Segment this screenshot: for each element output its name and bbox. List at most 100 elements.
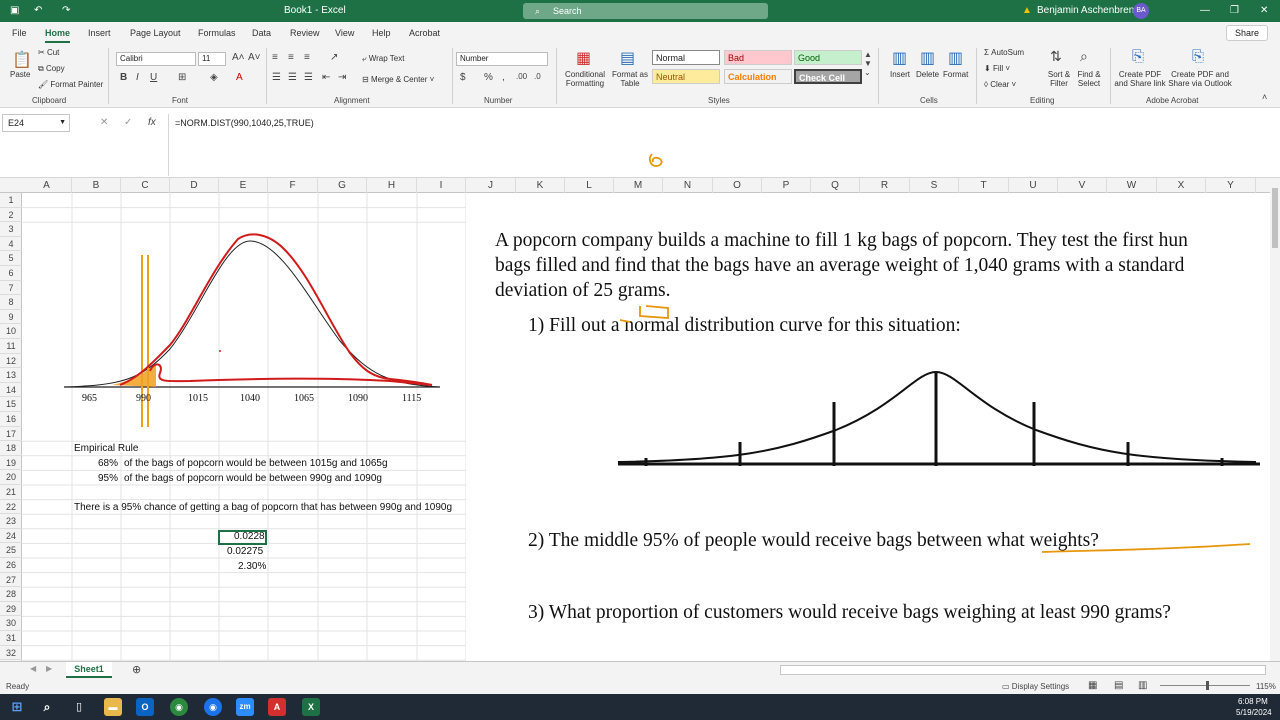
row-header[interactable]: 18 [0,441,22,456]
row-header[interactable]: 14 [0,383,22,398]
page-break-view-icon[interactable]: ▥ [1138,680,1147,691]
number-format-select[interactable]: Number [456,52,548,66]
orientation-icon[interactable]: ↗ [330,52,338,63]
fill-color-icon[interactable]: ◈ [210,72,218,83]
create-pdf-outlook-icon[interactable]: ⎘ [1192,48,1204,65]
tab-acrobat[interactable]: Acrobat [409,28,440,38]
cut-button[interactable]: ✂ Cut [38,48,59,57]
insert-cells-button[interactable]: Insert [890,70,910,79]
user-name[interactable]: Benjamin Aschenbrenner [1037,5,1149,16]
style-calculation[interactable]: Calculation [724,69,792,84]
shrink-font-icon[interactable]: A˅ [248,52,261,63]
sort-filter-icon[interactable]: ⇅ [1050,48,1062,65]
column-header[interactable]: C [121,178,170,193]
column-header[interactable]: V [1058,178,1107,193]
fill-button[interactable]: ⬇ Fill ˅ [984,64,1010,73]
page-layout-view-icon[interactable]: ▤ [1114,680,1123,691]
zoom-app-icon[interactable]: zm [236,698,254,716]
format-cells-button[interactable]: Format [943,70,968,79]
insert-cells-icon[interactable]: ▥ [892,48,907,68]
borders-icon[interactable]: ⊞ [178,72,186,83]
increase-decimal-icon[interactable]: .00 [516,72,527,81]
column-header[interactable]: I [417,178,466,193]
column-header[interactable]: L [565,178,614,193]
align-center-icon[interactable]: ☰ [288,72,297,83]
row-header[interactable]: 22 [0,500,22,515]
column-header[interactable]: P [762,178,811,193]
row-header[interactable]: 10 [0,324,22,339]
column-header[interactable]: F [268,178,318,193]
acrobat-icon[interactable]: A [268,698,286,716]
find-select-icon[interactable]: ⌕ [1080,48,1088,65]
row-header[interactable]: 19 [0,456,22,471]
chrome-icon[interactable]: ◉ [170,698,188,716]
paste-button[interactable]: Paste [10,70,30,79]
vertical-scrollbar[interactable] [1270,178,1280,661]
format-painter-button[interactable]: 🖌 Format Painter [38,80,103,89]
column-header[interactable]: D [170,178,219,193]
copy-button[interactable]: ⧉ Copy [38,64,65,74]
cancel-icon[interactable]: ✕ [100,117,108,128]
row-header[interactable]: 3 [0,222,22,237]
row-header[interactable]: 9 [0,310,22,325]
row-header[interactable]: 26 [0,558,22,573]
row-header[interactable]: 27 [0,573,22,588]
undo-icon[interactable]: ↶ [34,5,42,16]
tab-file[interactable]: File [12,28,27,38]
search-box[interactable]: ⌕ Search [523,3,768,19]
column-header[interactable]: U [1009,178,1058,193]
increase-indent-icon[interactable]: ⇥ [338,72,346,83]
taskbar-time[interactable]: 6:08 PM [1238,697,1268,706]
scroll-left-icon[interactable]: ◀ [30,664,36,673]
column-header[interactable]: N [663,178,713,193]
tab-formulas[interactable]: Formulas [198,28,236,38]
name-box[interactable]: E24 ▼ [2,114,70,132]
styles-scroll-icon[interactable]: ▲ ▼ ⌄ [864,50,872,77]
style-bad[interactable]: Bad [724,50,792,65]
align-left-icon[interactable]: ☰ [272,72,281,83]
tab-data[interactable]: Data [252,28,271,38]
align-right-icon[interactable]: ☰ [304,72,313,83]
row-header[interactable]: 11 [0,339,22,354]
column-header[interactable]: K [516,178,565,193]
create-pdf-outlook-button[interactable]: Create PDF and Share via Outlook [1168,70,1232,88]
column-header[interactable]: M [614,178,663,193]
create-pdf-icon[interactable]: ⎘ [1132,48,1144,65]
autosave-icon[interactable]: ▣ [10,5,19,16]
column-header[interactable]: J [466,178,516,193]
collapse-ribbon-icon[interactable]: ˄ [1262,92,1267,102]
row-header[interactable]: 7 [0,281,22,296]
minimize-icon[interactable]: — [1200,5,1210,16]
format-as-table-icon[interactable]: ▤ [620,48,635,68]
row-header[interactable]: 24 [0,529,22,544]
style-good[interactable]: Good [794,50,862,65]
row-header[interactable]: 30 [0,616,22,631]
conditional-formatting-icon[interactable]: ▦ [576,48,591,68]
currency-icon[interactable]: $ [460,72,466,83]
tab-insert[interactable]: Insert [88,28,111,38]
row-header[interactable]: 31 [0,631,22,646]
column-header[interactable]: Q [811,178,860,193]
conditional-formatting-button[interactable]: Conditional Formatting [562,70,608,88]
display-settings-button[interactable]: ▭ Display Settings [1002,682,1069,691]
column-header[interactable]: A [22,178,72,193]
row-header[interactable]: 8 [0,295,22,310]
column-header[interactable]: S [910,178,959,193]
row-header[interactable]: 17 [0,427,22,442]
tab-page-layout[interactable]: Page Layout [130,28,181,38]
file-explorer-icon[interactable]: ▬ [104,698,122,716]
style-normal[interactable]: Normal [652,50,720,65]
row-header[interactable]: 5 [0,251,22,266]
redo-icon[interactable]: ↷ [62,5,70,16]
column-header[interactable]: E [219,178,268,193]
tab-home[interactable]: Home [45,28,71,43]
user-avatar[interactable]: BA [1133,3,1149,19]
zoom-level[interactable]: 115% [1256,682,1276,691]
font-color-icon[interactable]: A [236,72,243,83]
bold-icon[interactable]: B [120,72,127,83]
align-middle-icon[interactable]: ≡ [288,52,294,63]
align-bottom-icon[interactable]: ≡ [304,52,310,63]
delete-cells-button[interactable]: Delete [916,70,939,79]
normal-view-icon[interactable]: ▦ [1088,680,1097,691]
add-sheet-icon[interactable]: ⊕ [132,663,141,676]
